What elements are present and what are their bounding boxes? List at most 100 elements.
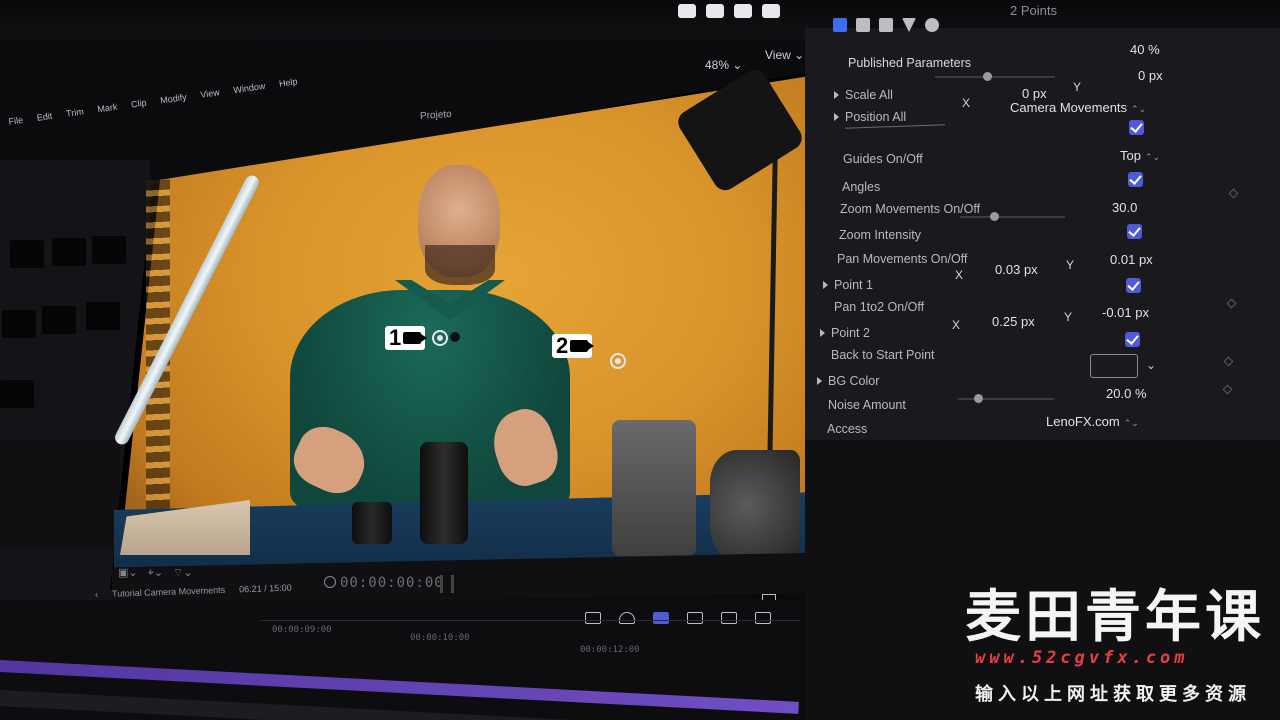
chevron-down-icon[interactable]: ⌄ bbox=[1146, 358, 1156, 372]
noise-amount-label: Noise Amount bbox=[828, 398, 906, 412]
timeline-ruler[interactable]: 00:00:09:00 00:00:10:00 00:00:12:00 bbox=[260, 620, 800, 660]
play-icon[interactable] bbox=[324, 576, 336, 588]
browser-clip[interactable] bbox=[10, 240, 44, 268]
noise-amount-slider[interactable] bbox=[958, 394, 1054, 403]
point-2-row[interactable]: Point 2 bbox=[820, 326, 870, 340]
disclosure-triangle-icon[interactable] bbox=[823, 281, 828, 289]
watermark-title: 麦田青年课 bbox=[965, 585, 1265, 650]
menu-item-file[interactable]: File bbox=[8, 115, 28, 157]
slider-knob[interactable] bbox=[974, 394, 983, 403]
menu-item-trim[interactable]: Trim bbox=[65, 106, 88, 148]
generator-inspector-icon[interactable] bbox=[833, 18, 847, 32]
menu-item-clip[interactable]: Clip bbox=[130, 98, 151, 140]
transform-tool-icon[interactable]: ▣⌄ bbox=[118, 566, 138, 580]
browser-clip[interactable] bbox=[0, 380, 34, 408]
ruler-label: 00:00:09:00 bbox=[272, 625, 332, 635]
timeline-duration: 06:21 / 15:00 bbox=[239, 582, 292, 595]
back-icon[interactable]: ‹ bbox=[95, 589, 98, 599]
pause-icon[interactable] bbox=[440, 575, 454, 593]
scale-all-value[interactable]: 40 % bbox=[1130, 42, 1160, 57]
browser-clip[interactable] bbox=[92, 236, 126, 264]
zoom-intensity-slider[interactable] bbox=[960, 212, 1065, 221]
position-x-value[interactable]: 0 px bbox=[1022, 86, 1047, 101]
video-inspector-icon[interactable] bbox=[879, 18, 893, 32]
disclosure-triangle-icon[interactable] bbox=[834, 91, 839, 99]
inspector-title: 2 Points bbox=[1010, 3, 1057, 18]
zoom-movements-checkbox[interactable] bbox=[1127, 224, 1142, 239]
camera-icon[interactable] bbox=[678, 4, 696, 18]
scale-all-row[interactable]: Scale All bbox=[834, 88, 893, 102]
text-inspector-icon[interactable] bbox=[856, 18, 870, 32]
pan-movements-checkbox[interactable] bbox=[1126, 278, 1141, 293]
zoom-intensity-value[interactable]: 30.0 bbox=[1112, 200, 1137, 215]
slider-knob[interactable] bbox=[983, 72, 992, 81]
menu-item-edit[interactable]: Edit bbox=[36, 111, 57, 153]
camera-point-number: 1 bbox=[389, 325, 402, 350]
camera-rig bbox=[710, 450, 800, 560]
menu-item-window[interactable]: Window bbox=[233, 81, 270, 125]
point-2-x-value[interactable]: 0.25 px bbox=[992, 314, 1035, 329]
timecode-display[interactable]: 00:00:00:00 bbox=[340, 575, 444, 591]
axis-y-label: Y bbox=[1073, 80, 1082, 94]
disclosure-triangle-icon[interactable] bbox=[834, 113, 839, 121]
axis-x-label: X bbox=[962, 96, 971, 110]
watermark-subtitle: 输入以上网址获取更多资源 bbox=[975, 684, 1251, 705]
slider-knob[interactable] bbox=[990, 212, 999, 221]
menu-item-help[interactable]: Help bbox=[278, 76, 302, 118]
browser-clip[interactable] bbox=[2, 310, 36, 338]
browser-clip[interactable] bbox=[52, 238, 86, 266]
browser-clip[interactable] bbox=[42, 306, 76, 334]
access-popup[interactable]: LenoFX.com ⌃⌄ bbox=[1046, 414, 1139, 429]
angles-checkbox[interactable] bbox=[1128, 172, 1143, 187]
background-tasks-icon[interactable] bbox=[762, 4, 780, 18]
axis-x-label: X bbox=[952, 318, 961, 332]
ruler-label: 00:00:10:00 bbox=[410, 633, 470, 643]
menu-item-view[interactable]: View bbox=[200, 87, 225, 129]
pan-movements-label: Pan Movements On/Off bbox=[837, 252, 968, 266]
view-menu[interactable]: View ⌄ bbox=[765, 48, 804, 62]
menu-bar: File Edit Trim Mark Clip Modify View Win… bbox=[0, 76, 298, 158]
stepper-icon: ⌃⌄ bbox=[1123, 418, 1139, 428]
target-handle-icon[interactable] bbox=[610, 353, 626, 369]
disclosure-triangle-icon[interactable] bbox=[820, 329, 825, 337]
menu-item-mark[interactable]: Mark bbox=[97, 102, 122, 144]
playback-options-icon[interactable]: ⌔⌄ bbox=[173, 566, 193, 580]
watermark-url: www.52cgvfx.com bbox=[975, 648, 1189, 668]
cloud-icon[interactable] bbox=[734, 4, 752, 18]
camera-point-2[interactable]: 2 bbox=[552, 333, 595, 358]
stepper-icon: ⌃⌄ bbox=[1131, 104, 1147, 114]
point-2-y-value[interactable]: -0.01 px bbox=[1102, 305, 1149, 320]
zoom-level-menu[interactable]: 48% ⌄ bbox=[705, 58, 742, 72]
selection-tool-icon[interactable]: ⌖⌄ bbox=[148, 566, 163, 580]
camera-point-number: 2 bbox=[556, 333, 569, 358]
camera-movements-popup[interactable]: Camera Movements ⌃⌄ bbox=[1010, 100, 1146, 115]
point-1-row[interactable]: Point 1 bbox=[823, 278, 873, 292]
position-y-value[interactable]: 0 px bbox=[1138, 68, 1163, 83]
v-mount-battery bbox=[612, 420, 696, 556]
camera-point-1[interactable]: 1 bbox=[385, 325, 428, 350]
bg-color-well[interactable] bbox=[1090, 354, 1138, 378]
scale-all-slider[interactable] bbox=[935, 72, 1055, 81]
video-camera-icon bbox=[403, 332, 428, 344]
guides-popup[interactable]: Top ⌃⌄ bbox=[1120, 148, 1160, 163]
position-all-row[interactable]: Position All bbox=[834, 110, 906, 124]
camera-movements-checkbox[interactable] bbox=[1129, 120, 1144, 135]
viewer-tools: ▣⌄ ⌖⌄ ⌔⌄ bbox=[118, 566, 193, 580]
angles-label: Angles bbox=[842, 180, 881, 194]
target-handle-icon[interactable] bbox=[432, 330, 448, 346]
pan-1to2-checkbox[interactable] bbox=[1125, 332, 1140, 347]
ruler-label: 00:00:12:00 bbox=[580, 645, 640, 655]
bg-color-row[interactable]: BG Color bbox=[817, 374, 879, 388]
browser-clip[interactable] bbox=[86, 302, 120, 330]
point-1-y-value[interactable]: 0.01 px bbox=[1110, 252, 1153, 267]
filter-inspector-icon[interactable] bbox=[902, 18, 916, 32]
noise-amount-value[interactable]: 20.0 % bbox=[1106, 386, 1147, 401]
share-icon[interactable] bbox=[706, 4, 724, 18]
menu-item-modify[interactable]: Modify bbox=[160, 92, 192, 135]
lavalier-mic bbox=[450, 332, 460, 342]
point-1-x-value[interactable]: 0.03 px bbox=[995, 262, 1038, 277]
disclosure-triangle-icon[interactable] bbox=[817, 377, 822, 385]
browser-bottom bbox=[0, 440, 120, 550]
zoom-intensity-label: Zoom Intensity bbox=[839, 228, 921, 242]
info-icon[interactable] bbox=[925, 18, 939, 32]
